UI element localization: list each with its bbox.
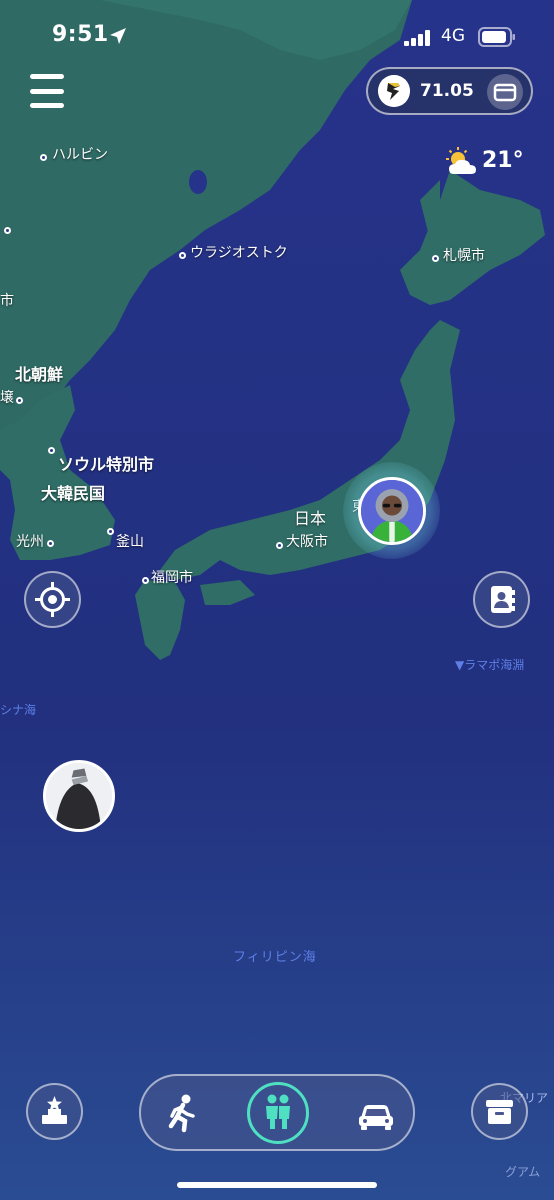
avatar-figure-icon (361, 480, 423, 542)
balance-value: 71.05 (420, 81, 474, 101)
user-avatar[interactable] (358, 477, 426, 545)
car-icon (359, 1105, 393, 1130)
city-label: 札幌市 (443, 248, 485, 264)
walking-person-icon (168, 1094, 195, 1133)
leaderboard-button[interactable] (26, 1083, 83, 1140)
city-dot-osaka (276, 542, 283, 549)
inventory-button[interactable] (471, 1083, 528, 1140)
recenter-button[interactable] (24, 571, 81, 628)
edge-label: 市 (0, 293, 14, 309)
map-view[interactable]: ハルビン ウラジオストク 札幌市 ソウル特別市 光州 釜山 福岡市 大阪市 北朝… (0, 0, 554, 1200)
storage-box-icon (486, 1100, 513, 1124)
crosshair-target-icon (35, 582, 70, 617)
city-dot-pyongyang (16, 397, 23, 404)
city-dot-busan (107, 528, 114, 535)
sea-label: フィリピン海 (233, 950, 317, 965)
contact-book-icon (491, 586, 515, 613)
hamburger-menu-icon (30, 88, 64, 94)
movement-mode-selector (139, 1074, 415, 1151)
city-label: ハルビン (52, 147, 108, 163)
country-label: 大韓民国 (41, 484, 106, 503)
city-dot-fukuoka (142, 577, 149, 584)
two-people-icon (266, 1094, 290, 1129)
podium-star-icon (42, 1096, 67, 1124)
mode-together-button[interactable] (247, 1082, 309, 1144)
sea-label: グアム (505, 1165, 541, 1179)
status-time: 9:51 (52, 22, 109, 47)
location-arrow-icon (110, 28, 126, 44)
map-background (0, 0, 554, 1200)
sea-label: ▼ラマポ海淵 (455, 658, 525, 672)
weather-widget: 21° (444, 146, 544, 180)
lake (189, 170, 207, 194)
weather-temperature: 21° (482, 148, 524, 173)
contacts-button[interactable] (473, 571, 530, 628)
home-indicator (177, 1182, 377, 1188)
menu-button[interactable] (26, 72, 68, 110)
friend-avatar[interactable] (43, 760, 115, 832)
country-label: 日本 (294, 509, 327, 528)
city-label: ウラジオストク (190, 245, 288, 261)
city-dot-vladivostok (179, 252, 186, 259)
city-dot-harbin (40, 154, 47, 161)
energy-token-icon (378, 75, 410, 107)
sea-label: シナ海 (0, 703, 37, 717)
cellular-signal-icon (404, 30, 430, 46)
mode-car-button[interactable] (351, 1088, 401, 1138)
balance-pill[interactable]: 71.05 (366, 67, 533, 115)
friend-figure-icon (46, 763, 112, 829)
mode-walk-button[interactable] (157, 1088, 207, 1138)
wallet-button[interactable] (487, 74, 523, 110)
battery-icon (478, 27, 515, 47)
city-dot-sapporo (432, 255, 439, 262)
partly-cloudy-icon (446, 147, 476, 174)
city-label: 福岡市 (151, 570, 193, 586)
city-dot-seoul (48, 447, 55, 454)
city-dot-west (4, 227, 11, 234)
network-type: 4G (441, 26, 465, 46)
city-label: 大阪市 (286, 534, 328, 550)
city-label: 釜山 (116, 534, 144, 550)
wallet-icon (493, 83, 517, 102)
hamburger-menu-icon (30, 74, 64, 79)
status-bar: 9:51 4G (0, 0, 554, 72)
edge-label: 壌 (0, 390, 14, 406)
city-label: 光州 (16, 534, 44, 550)
city-dot-gwangju (47, 540, 54, 547)
hamburger-menu-icon (30, 103, 64, 108)
country-label: 北朝鮮 (15, 365, 64, 384)
city-label: ソウル特別市 (58, 455, 155, 474)
